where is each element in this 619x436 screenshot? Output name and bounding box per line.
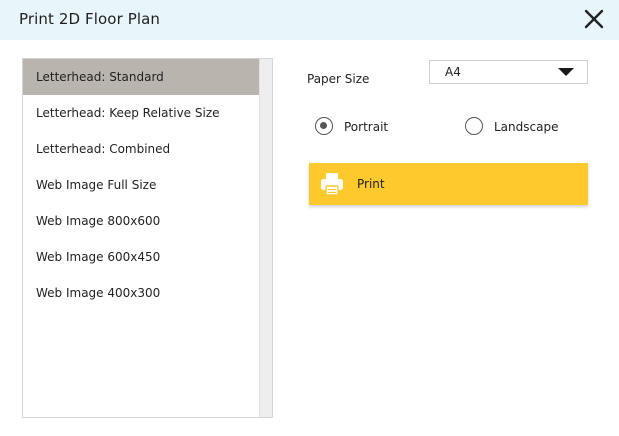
print-button[interactable]: Print xyxy=(309,163,588,205)
list-item[interactable]: Web Image 600x450 xyxy=(23,239,260,275)
template-list: Letterhead: Standard Letterhead: Keep Re… xyxy=(23,59,260,417)
list-item[interactable]: Web Image Full Size xyxy=(23,167,260,203)
printer-icon xyxy=(321,173,343,196)
paper-size-label: Paper Size xyxy=(307,72,370,86)
dialog-title: Print 2D Floor Plan xyxy=(19,10,161,28)
title-bar: Print 2D Floor Plan xyxy=(0,0,619,40)
list-item[interactable]: Web Image 400x300 xyxy=(23,275,260,311)
list-scrollbar[interactable] xyxy=(259,59,272,417)
print-dialog: Print 2D Floor Plan Letterhead: Standard… xyxy=(0,0,619,436)
list-item[interactable]: Letterhead: Combined xyxy=(23,131,260,167)
chevron-down-icon xyxy=(558,68,574,76)
landscape-label: Landscape xyxy=(494,120,559,134)
paper-size-value: A4 xyxy=(445,65,461,79)
radio-circle xyxy=(465,117,483,135)
close-button[interactable] xyxy=(581,6,607,32)
list-item[interactable]: Letterhead: Standard xyxy=(23,59,260,95)
radio-circle xyxy=(315,117,333,135)
portrait-label: Portrait xyxy=(344,120,389,134)
list-item[interactable]: Letterhead: Keep Relative Size xyxy=(23,95,260,131)
close-icon xyxy=(584,9,604,29)
template-list-panel: Letterhead: Standard Letterhead: Keep Re… xyxy=(22,58,273,418)
radio-selected-dot xyxy=(320,122,327,129)
paper-size-select[interactable]: A4 xyxy=(429,60,588,84)
list-item[interactable]: Web Image 800x600 xyxy=(23,203,260,239)
print-button-label: Print xyxy=(357,177,385,191)
